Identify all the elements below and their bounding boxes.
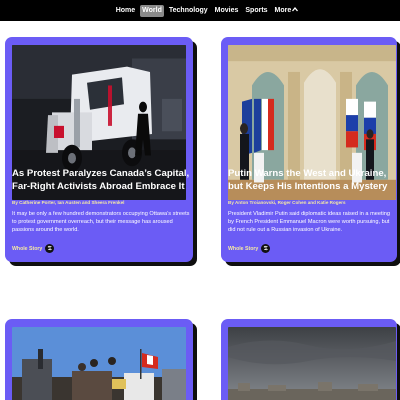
nav-menu: Home World Technology Movies Sports More [114,4,301,17]
article-title[interactable]: As Protest Paralyzes Canada’s Capital, F… [12,168,190,193]
nyt-logo-icon: 𝔗 [261,244,271,253]
nav-item-more[interactable]: More [273,5,301,17]
article-card[interactable] [5,319,193,400]
article-byline: By Catherine Porter, Ian Austen and Shee… [12,200,125,205]
whole-story-link[interactable]: Whole Story 𝔗 [228,244,271,253]
nav-item-technology[interactable]: Technology [167,5,210,17]
article-summary: President Vladimir Putin said diplomatic… [228,211,390,233]
article-card[interactable]: As Protest Paralyzes Canada’s Capital, F… [5,37,193,262]
whole-story-label: Whole Story [12,245,43,252]
nyt-logo-icon: 𝔗 [45,244,55,253]
nav-more-label: More [274,6,292,14]
article-summary: It may be only a few hundred demonstrato… [12,211,190,233]
article-card[interactable]: Putin Warns the West and Ukraine, but Ke… [221,37,397,262]
nav-item-sports[interactable]: Sports [243,5,269,17]
article-title[interactable]: Putin Warns the West and Ukraine, but Ke… [228,168,396,193]
article-byline: By Anton Troianovski, Roger Cohen and Ka… [228,200,346,205]
nav-item-world[interactable]: World [140,4,164,17]
whole-story-link[interactable]: Whole Story 𝔗 [12,244,55,253]
article-image-city-skyline[interactable] [228,327,396,400]
nav-item-movies[interactable]: Movies [213,5,241,17]
news-page: Home World Technology Movies Sports More [0,0,400,400]
whole-story-label: Whole Story [228,245,259,252]
article-image-protest-crowd[interactable] [12,327,186,400]
nav-item-home[interactable]: Home [114,5,137,17]
top-navbar: Home World Technology Movies Sports More [0,0,400,21]
chevron-up-icon [292,6,299,14]
article-card[interactable] [221,319,397,400]
